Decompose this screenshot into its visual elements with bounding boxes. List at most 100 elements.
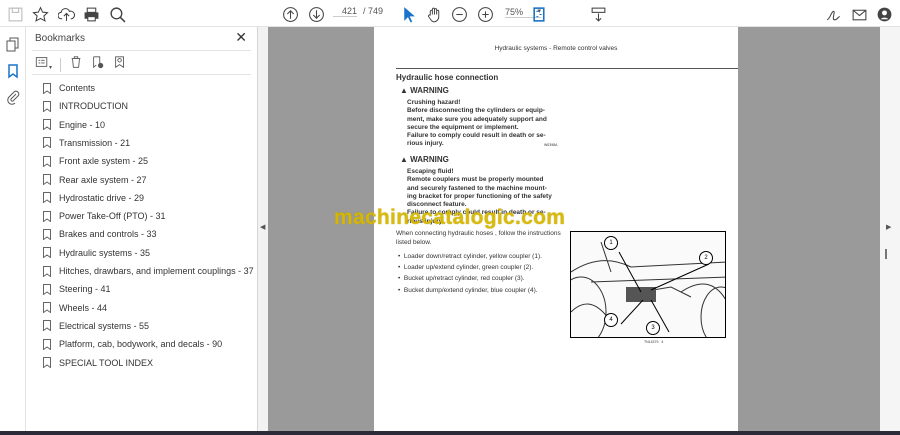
figure-callout: 1 <box>604 236 618 250</box>
figure-callout: 4 <box>604 313 618 327</box>
attachments-icon[interactable] <box>5 89 21 105</box>
divider <box>60 57 62 72</box>
warning-line: ing bracket for proper functioning of th… <box>407 192 552 200</box>
email-icon[interactable] <box>849 4 869 24</box>
panel-title: Bookmarks <box>35 33 86 44</box>
search-bookmark-icon[interactable] <box>113 55 127 74</box>
toolbar: 421/ 749 75% ▾ <box>0 0 900 27</box>
print-icon[interactable] <box>81 4 101 24</box>
bookmark-label: Engine - 10 <box>59 119 106 130</box>
bookmarks-panel-icon[interactable] <box>5 63 21 79</box>
bookmark-label: Platform, cab, bodywork, and decals - 90 <box>59 339 223 350</box>
bookmark-label: Hitches, drawbars, and implement couplin… <box>59 266 254 276</box>
panel-collapse-handle[interactable]: ◀ <box>258 27 268 431</box>
bookmark-label: Electrical systems - 55 <box>59 320 150 331</box>
scroll-mode-icon[interactable] <box>588 4 608 24</box>
divider <box>32 50 251 51</box>
warning-text: WARNING <box>410 155 449 164</box>
delete-bookmark-icon[interactable] <box>69 55 83 74</box>
upload-icon[interactable] <box>56 4 76 24</box>
bullet-text: Loader down/retract cylinder, yellow cou… <box>403 253 542 260</box>
bookmark-label: Transmission - 21 <box>59 137 131 148</box>
bookmark-icon <box>43 137 51 149</box>
bookmark-item[interactable]: INTRODUCTION <box>43 99 128 113</box>
warning-text: WARNING <box>410 86 449 95</box>
bookmark-star-icon[interactable] <box>30 4 50 24</box>
bookmark-item[interactable]: Engine - 10 <box>43 118 105 132</box>
warning-line: Failure to comply could result in death … <box>407 132 546 140</box>
bookmark-item[interactable]: Front axle system - 25 <box>43 154 148 168</box>
bookmark-item[interactable]: Platform, cab, bodywork, and decals - 90 <box>43 337 222 351</box>
close-panel-button[interactable]: ✕ <box>235 29 247 46</box>
figure-callout: 3 <box>646 321 660 335</box>
bullet-item: • Loader up/extend cylinder, green coupl… <box>398 262 542 273</box>
bookmark-icon <box>43 119 51 131</box>
total-pages: / 749 <box>363 6 384 16</box>
next-page-icon[interactable] <box>306 4 326 24</box>
zoom-out-icon[interactable] <box>449 4 469 24</box>
expand-arrow-icon[interactable]: ▶ <box>886 223 891 231</box>
bookmark-item[interactable]: Power Take-Off (PTO) - 31 <box>43 209 166 223</box>
figure-code: TN14379 <box>644 340 659 344</box>
zoom-value: 75% <box>505 7 524 17</box>
bookmark-label: SPECIAL TOOL INDEX <box>59 357 154 368</box>
bookmark-item[interactable]: Hitches, drawbars, and implement couplin… <box>43 264 254 278</box>
bookmark-icon <box>43 192 51 204</box>
bookmark-item[interactable]: Electrical systems - 55 <box>43 319 149 333</box>
bullet-item: • Bucket dump/extend cylinder, blue coup… <box>398 285 542 296</box>
bullet-item: • Bucket up/retract cylinder, red couple… <box>398 273 542 284</box>
page-view-icon[interactable] <box>529 4 549 24</box>
warning-line: rious injury. <box>407 140 444 148</box>
warning-line: Crushing hazard! <box>407 99 461 106</box>
bookmark-item[interactable]: Transmission - 21 <box>43 136 130 150</box>
sign-icon[interactable] <box>823 4 843 24</box>
bullet-dot: • <box>398 264 401 272</box>
warning-line: and securely fastened to the machine mou… <box>407 184 547 192</box>
bookmark-item[interactable]: Hydraulic systems - 35 <box>43 246 150 260</box>
page-thumbnails-icon[interactable] <box>5 36 21 52</box>
bullet-text: Bucket dump/extend cylinder, blue couple… <box>403 286 538 294</box>
bookmark-item[interactable]: Hydrostatic drive - 29 <box>43 191 144 205</box>
scroll-grip[interactable] <box>885 249 887 259</box>
options-menu-icon[interactable]: ▾ <box>35 55 52 74</box>
bullet-dot: • <box>398 286 401 294</box>
bookmark-icon <box>43 228 51 241</box>
bullet-dot: • <box>398 275 401 283</box>
bookmark-item[interactable]: Rear axle system - 27 <box>43 173 147 187</box>
figure-number: 4 <box>661 340 664 344</box>
bookmark-label: Hydrostatic drive - 29 <box>59 192 145 203</box>
bookmark-icon <box>43 82 51 94</box>
intro-line: When connecting hydraulic hoses , follow… <box>396 230 561 237</box>
bookmark-icon <box>43 247 51 259</box>
select-icon[interactable] <box>398 4 418 24</box>
bullet-text: Loader up/extend cylinder, green coupler… <box>403 264 534 272</box>
find-icon[interactable] <box>107 4 127 24</box>
warning-line: secure the equipment or implement. <box>407 123 519 131</box>
bookmark-item[interactable]: Brakes and controls - 33 <box>43 227 157 241</box>
bookmark-icon <box>43 338 51 351</box>
bookmark-label: Front axle system - 25 <box>59 156 149 167</box>
warning-line: Escaping fluid! <box>407 168 454 175</box>
bookmark-label: Power Take-Off (PTO) - 31 <box>59 211 166 222</box>
bookmark-item[interactable]: Contents <box>43 81 95 95</box>
warning-line: Remote couplers must be properly mounted <box>407 176 544 184</box>
save-icon[interactable] <box>5 4 25 24</box>
bookmark-item[interactable]: SPECIAL TOOL INDEX <box>43 356 153 370</box>
bookmark-item[interactable]: Steering - 41 <box>43 282 111 296</box>
zoom-in-icon[interactable] <box>475 4 495 24</box>
page-number-input[interactable]: 421 <box>333 6 357 17</box>
bookmark-icon <box>43 302 51 314</box>
add-bookmark-icon[interactable] <box>91 55 105 74</box>
bookmark-label: Wheels - 44 <box>59 302 108 313</box>
vertical-scrollbar[interactable]: ▶ <box>880 27 900 431</box>
prev-page-icon[interactable] <box>280 4 300 24</box>
figure-callout: 2 <box>699 251 713 265</box>
bookmark-label: INTRODUCTION <box>59 101 128 112</box>
account-icon[interactable] <box>874 4 894 24</box>
divider <box>32 74 251 75</box>
bookmark-tools: ▾ <box>35 55 127 74</box>
bookmark-item[interactable]: Wheels - 44 <box>43 301 107 315</box>
bookmark-icon <box>43 174 51 186</box>
hand-icon[interactable] <box>424 4 444 24</box>
bookmark-icon <box>43 210 51 223</box>
